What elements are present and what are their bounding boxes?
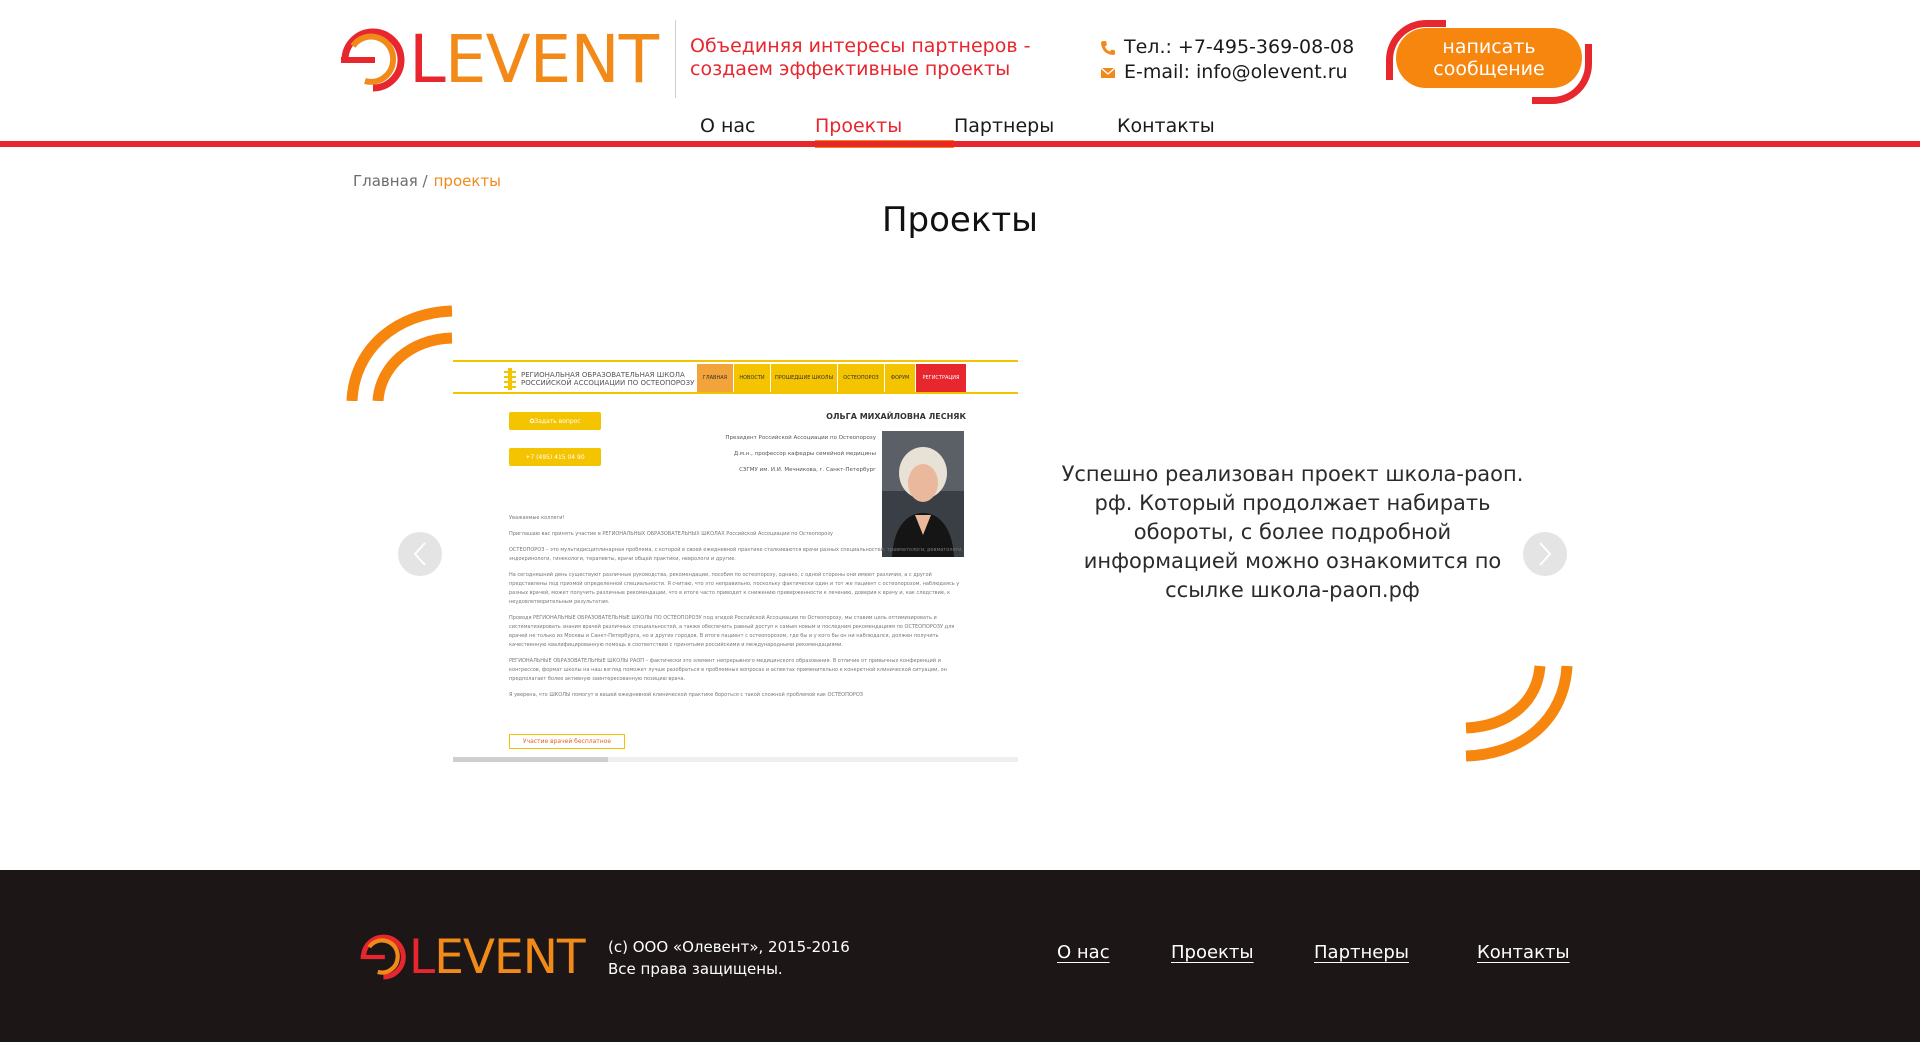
phone-text[interactable]: Тел.: +7-495-369-08-08 <box>1124 35 1354 60</box>
site-footer: LEVENT (с) ООО «Олевент», 2015-2016 Все … <box>0 870 1920 1042</box>
chevron-right-icon <box>1539 542 1552 566</box>
footer-nav: О нас Проекты Партнеры Контакты <box>1057 942 1570 963</box>
footer-link-contacts[interactable]: Контакты <box>1477 942 1570 963</box>
project-description: Успешно реализован проект школа-раоп. рф… <box>1061 462 1524 602</box>
slider-prev-button[interactable] <box>398 532 442 576</box>
footer-link-partners[interactable]: Партнеры <box>1314 942 1477 963</box>
footer-logo-wordmark: LEVENT <box>409 929 586 985</box>
screenshot-scrollbar <box>453 757 1018 762</box>
email-row: E-mail: info@olevent.ru <box>1100 60 1354 85</box>
envelope-icon <box>1100 67 1116 78</box>
email-text[interactable]: E-mail: info@olevent.ru <box>1124 60 1348 85</box>
logo-mark-icon <box>341 28 405 92</box>
nav-underline <box>0 141 1920 147</box>
slider-next-button[interactable] <box>1523 532 1567 576</box>
breadcrumb-home[interactable]: Главная / <box>353 172 428 190</box>
slogan: Объединяя интересы партнеров - создаем э… <box>690 35 1050 81</box>
arc-decoration-top-left <box>346 305 453 401</box>
footer-copyright: (с) ООО «Олевент», 2015-2016 Все права з… <box>608 938 850 978</box>
logo-wordmark: LEVENT <box>409 21 659 98</box>
contacts: Тел.: +7-495-369-08-08 E-mail: info@olev… <box>1100 35 1354 85</box>
screenshot-header: РЕГИОНАЛЬНАЯ ОБРАЗОВАТЕЛЬНАЯ ШКОЛА РОССИ… <box>453 360 1018 392</box>
footer-link-projects[interactable]: Проекты <box>1171 942 1314 963</box>
page-title: Проекты <box>881 200 1039 240</box>
header-divider <box>675 20 676 98</box>
write-message-button[interactable]: написать сообщение <box>1396 28 1582 88</box>
site-header: LEVENT Объединяя интересы партнеров - со… <box>0 0 1920 148</box>
chevron-left-icon <box>413 542 426 566</box>
screenshot-logo: РЕГИОНАЛЬНАЯ ОБРАЗОВАТЕЛЬНАЯ ШКОЛА РОССИ… <box>503 368 694 390</box>
footer-logo[interactable]: LEVENT <box>356 929 586 985</box>
slogan-line-1: Объединяя интересы партнеров - <box>690 35 1031 57</box>
slogan-line-2: создаем эффективные проекты <box>690 58 1011 80</box>
project-screenshot[interactable]: РЕГИОНАЛЬНАЯ ОБРАЗОВАТЕЛЬНАЯ ШКОЛА РОССИ… <box>453 360 1018 762</box>
write-message-block: написать сообщение <box>1386 20 1592 104</box>
screenshot-nav: ГЛАВНАЯ НОВОСТИ ПРОШЕДШИЕ ШКОЛЫ ОСТЕОПОР… <box>697 364 967 392</box>
spine-logo-icon <box>504 368 516 390</box>
screenshot-text: Уважаемые коллеги! Приглашаю вас принять… <box>509 515 963 698</box>
breadcrumb-current: проекты <box>433 172 502 190</box>
footer-link-about[interactable]: О нас <box>1057 942 1171 963</box>
logo[interactable]: LEVENT <box>335 21 659 98</box>
phone-icon <box>1101 40 1115 55</box>
phone-row: Тел.: +7-495-369-08-08 <box>1100 35 1354 60</box>
breadcrumb: Главная / проекты <box>353 172 501 190</box>
logo-mark-icon <box>360 934 406 980</box>
arc-decoration-bottom-right <box>1465 665 1573 762</box>
